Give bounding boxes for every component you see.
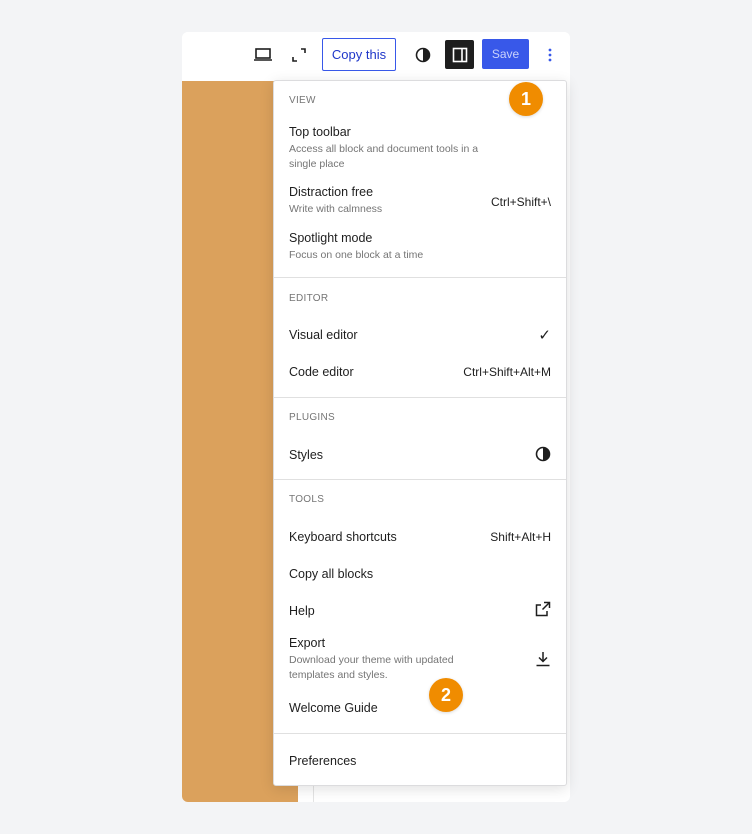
menu-item-shortcut: Ctrl+Shift+\ <box>490 195 551 209</box>
menu-item-label: Help <box>289 604 315 618</box>
half-circle-icon <box>535 446 551 462</box>
menu-item-export[interactable]: Export Download your theme with updated … <box>289 636 551 683</box>
laptop-icon <box>254 48 272 61</box>
plugins-section: PLUGINS Styles <box>274 397 566 479</box>
editor-section: EDITOR Visual editor ✓ Code editor Ctrl+… <box>274 277 566 397</box>
menu-item-help[interactable]: Help <box>289 601 551 618</box>
menu-item-visual-editor[interactable]: Visual editor ✓ <box>289 327 551 344</box>
menu-item-shortcut: Ctrl+Shift+Alt+M <box>463 365 551 379</box>
copy-this-button[interactable]: Copy this <box>322 38 396 71</box>
menu-item-preferences[interactable]: Preferences <box>289 754 551 768</box>
vertical-dots-icon <box>548 48 552 62</box>
menu-item-label: Export <box>289 636 326 650</box>
save-button[interactable]: Save <box>482 39 529 69</box>
menu-item-keyboard-shortcuts[interactable]: Keyboard shortcuts Shift+Alt+H <box>289 530 551 544</box>
tools-section: TOOLS Keyboard shortcuts Shift+Alt+H Cop… <box>274 479 566 733</box>
menu-item-description: Download your theme with updated templat… <box>289 654 454 681</box>
step-badge-1: 1 <box>509 82 543 116</box>
menu-item-code-editor[interactable]: Code editor Ctrl+Shift+Alt+M <box>289 365 551 379</box>
sidebar-icon <box>452 47 467 62</box>
menu-item-description: Focus on one block at a time <box>289 249 424 261</box>
fullscreen-button[interactable] <box>286 42 312 68</box>
menu-item-label: Spotlight mode <box>289 231 373 245</box>
menu-item-description: Write with calmness <box>289 203 383 215</box>
section-title-tools: TOOLS <box>289 494 325 505</box>
download-icon <box>535 651 551 667</box>
section-title-editor: EDITOR <box>289 293 329 304</box>
section-title-plugins: PLUGINS <box>289 412 336 423</box>
menu-item-distraction-free[interactable]: Distraction free Write with calmness Ctr… <box>289 185 551 217</box>
menu-item-copy-all-blocks[interactable]: Copy all blocks <box>289 567 551 581</box>
menu-item-label: Visual editor <box>289 328 358 342</box>
check-icon: ✓ <box>538 327 551 344</box>
menu-item-label: Preferences <box>289 754 357 768</box>
menu-item-label: Top toolbar <box>289 125 351 139</box>
options-dropdown-menu: VIEW Top toolbar Access all block and do… <box>273 80 567 786</box>
menu-item-label: Welcome Guide <box>289 701 378 715</box>
menu-item-description: Access all block and document tools in a… <box>289 143 479 170</box>
menu-item-shortcut: Shift+Alt+H <box>490 530 551 544</box>
preferences-section: Preferences <box>274 733 566 785</box>
menu-item-top-toolbar[interactable]: Top toolbar Access all block and documen… <box>289 125 551 172</box>
external-link-icon <box>535 601 551 617</box>
half-circle-icon <box>415 47 431 63</box>
editor-toolbar: Copy this Save <box>182 32 570 81</box>
menu-item-welcome-guide[interactable]: Welcome Guide <box>289 701 551 715</box>
menu-item-label: Copy all blocks <box>289 567 374 581</box>
menu-item-label: Styles <box>289 448 324 462</box>
section-title-view: VIEW <box>289 95 316 106</box>
options-button[interactable] <box>538 42 562 68</box>
device-preview-button[interactable] <box>250 42 276 68</box>
settings-sidebar-button[interactable] <box>445 40 474 69</box>
expand-icon <box>292 48 306 62</box>
style-toggle-button[interactable] <box>410 42 436 68</box>
menu-item-spotlight-mode[interactable]: Spotlight mode Focus on one block at a t… <box>289 231 551 263</box>
menu-item-styles[interactable]: Styles <box>289 446 551 462</box>
step-badge-2: 2 <box>429 678 463 712</box>
